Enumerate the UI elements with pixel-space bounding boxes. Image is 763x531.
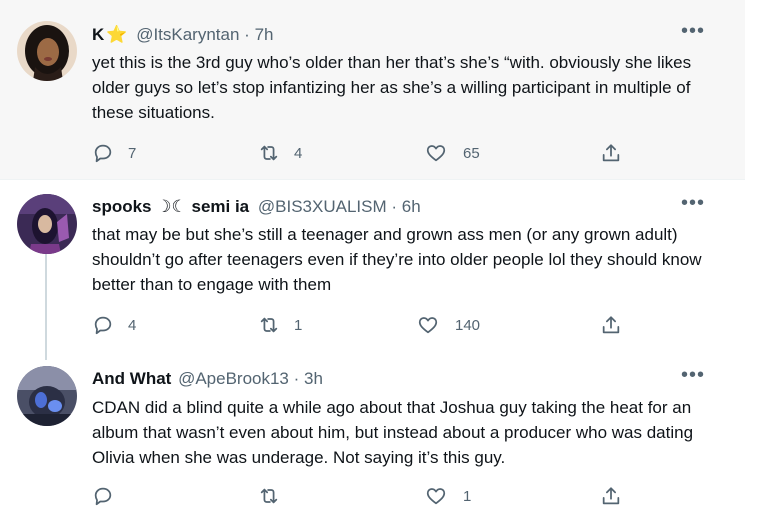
retweet-button[interactable]: 1: [258, 313, 302, 337]
reply-icon: [94, 144, 112, 163]
like-button[interactable]: 140: [417, 313, 480, 337]
retweet-icon: [260, 145, 278, 161]
user-handle[interactable]: @BIS3XUALISM: [258, 197, 387, 216]
avatar[interactable]: [17, 21, 77, 81]
tweet-actions: 7 4 65: [92, 141, 632, 165]
more-options-icon[interactable]: •••: [681, 365, 705, 391]
separator-dot: ·: [293, 369, 300, 388]
reply-icon: [94, 487, 112, 506]
display-name[interactable]: K: [92, 25, 104, 44]
like-count: 140: [455, 316, 481, 334]
tweet-actions: 4 1 140: [92, 313, 632, 337]
more-options-icon[interactable]: •••: [681, 21, 705, 47]
like-count: 65: [463, 144, 480, 162]
share-button[interactable]: [600, 313, 622, 337]
tweet-item[interactable]: K ⭐ @ItsKaryntan · 7h ••• yet this is the…: [0, 0, 745, 180]
reply-icon: [94, 316, 112, 335]
retweet-count: 4: [294, 144, 303, 162]
separator-dot: ·: [391, 197, 398, 216]
share-button[interactable]: [600, 141, 622, 165]
retweet-count: 1: [294, 316, 303, 334]
tweet-text: yet this is the 3rd guy who’s older than…: [92, 53, 692, 122]
tweet-item[interactable]: And What @ApeBrook13 · 3h ••• CDAN did a…: [0, 352, 745, 531]
share-icon: [602, 144, 620, 162]
tweet-text: CDAN did a blind quite a while ago about…: [92, 398, 694, 467]
display-name[interactable]: spooks ☽☾ semi ia: [92, 197, 249, 216]
tweet-text: that may be but she’s still a teenager a…: [92, 225, 702, 294]
user-handle[interactable]: @ApeBrook13: [178, 369, 289, 388]
avatar[interactable]: [17, 366, 77, 426]
separator-dot: ·: [244, 25, 250, 44]
heart-icon: [418, 317, 438, 334]
tweet-item[interactable]: spooks ☽☾ semi ia @BIS3XUALISM · 6h ••• …: [0, 180, 745, 352]
reply-button[interactable]: 7: [92, 141, 136, 165]
retweet-button[interactable]: [258, 484, 294, 508]
heart-icon: [426, 488, 446, 505]
tweet-actions: 1: [92, 484, 632, 508]
tweet-header: And What @ApeBrook13 · 3h •••: [92, 365, 725, 391]
star-icon: ⭐: [106, 25, 128, 44]
retweet-icon: [260, 317, 278, 333]
more-options-icon[interactable]: •••: [681, 193, 705, 219]
moon-icon: ☽☾: [156, 197, 187, 216]
tweet-thread: K ⭐ @ItsKaryntan · 7h ••• yet this is the…: [0, 0, 763, 531]
heart-icon: [426, 145, 446, 162]
tweet-header: K ⭐ @ItsKaryntan · 7h •••: [92, 21, 725, 47]
reply-button[interactable]: [92, 484, 128, 508]
share-button[interactable]: [600, 484, 622, 508]
timestamp[interactable]: 3h: [304, 369, 323, 388]
tweet-header: spooks ☽☾ semi ia @BIS3XUALISM · 6h •••: [92, 193, 725, 219]
reply-count: 4: [128, 316, 137, 334]
retweet-icon: [260, 488, 278, 504]
like-button[interactable]: 1: [425, 484, 471, 508]
avatar[interactable]: [17, 194, 77, 254]
timestamp[interactable]: 6h: [402, 197, 421, 216]
timestamp[interactable]: 7h: [255, 25, 274, 44]
share-icon: [602, 487, 620, 505]
retweet-button[interactable]: 4: [258, 141, 302, 165]
like-count: 1: [463, 487, 472, 505]
reply-button[interactable]: 4: [92, 313, 136, 337]
share-icon: [602, 316, 620, 334]
reply-count: 7: [128, 144, 137, 162]
display-name[interactable]: And What: [92, 369, 171, 388]
like-button[interactable]: 65: [425, 141, 480, 165]
user-handle[interactable]: @ItsKaryntan: [136, 25, 239, 44]
